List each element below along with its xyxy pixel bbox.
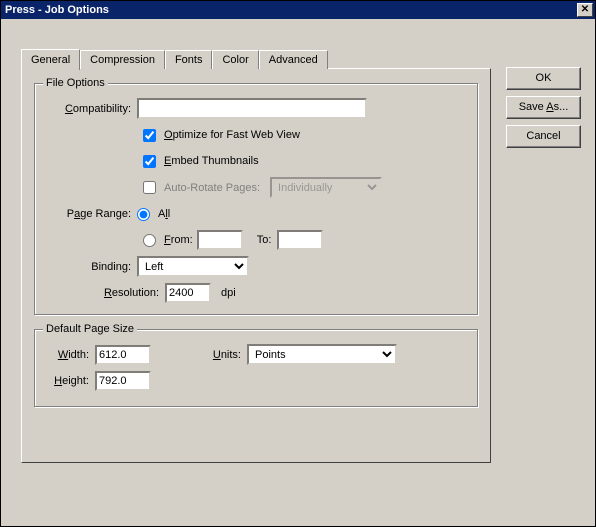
default-page-legend: Default Page Size: [43, 323, 137, 335]
tab-control: General Compression Fonts Color Advanced…: [21, 49, 491, 463]
button-column: OK Save As... Cancel: [506, 67, 581, 154]
default-page-size-group: Default Page Size Width: Units: Points H…: [34, 329, 478, 407]
height-label: Height:: [45, 375, 95, 387]
units-label: Units:: [151, 349, 247, 361]
dpi-label: dpi: [221, 287, 236, 299]
dialog-window: Press - Job Options ✕ OK Save As... Canc…: [0, 0, 596, 527]
pagerange-label: Page Range:: [45, 208, 137, 220]
all-radio[interactable]: [137, 208, 150, 221]
ok-button[interactable]: OK: [506, 67, 581, 90]
resolution-input[interactable]: [165, 283, 211, 303]
optimize-label: Optimize for Fast Web View: [164, 129, 300, 141]
to-label: To:: [257, 234, 272, 246]
client-area: OK Save As... Cancel General Compression…: [1, 19, 595, 526]
all-radio-wrap[interactable]: All: [137, 208, 170, 221]
titlebar: Press - Job Options ✕: [1, 1, 595, 19]
window-title: Press - Job Options: [5, 4, 109, 16]
all-label: All: [158, 208, 170, 220]
autorotate-checkbox[interactable]: [143, 181, 156, 194]
optimize-checkbox[interactable]: [143, 129, 156, 142]
autorotate-select: Individually: [270, 177, 382, 198]
tab-advanced[interactable]: Advanced: [259, 50, 328, 69]
width-input[interactable]: [95, 345, 151, 365]
cancel-button[interactable]: Cancel: [506, 125, 581, 148]
optimize-checkbox-wrap[interactable]: Optimize for Fast Web View: [143, 129, 300, 142]
from-label: From:: [164, 234, 193, 246]
units-select[interactable]: Points: [247, 344, 397, 365]
to-input[interactable]: [277, 230, 323, 250]
tab-general[interactable]: General: [21, 49, 80, 70]
embed-checkbox-wrap[interactable]: Embed Thumbnails: [143, 155, 259, 168]
tab-fonts[interactable]: Fonts: [165, 50, 213, 69]
height-input[interactable]: [95, 371, 151, 391]
tabstrip: General Compression Fonts Color Advanced: [21, 49, 491, 69]
autorotate-label: Auto-Rotate Pages:: [164, 182, 260, 194]
from-radio[interactable]: [143, 234, 156, 247]
file-options-legend: File Options: [43, 77, 108, 89]
binding-select[interactable]: Left: [137, 256, 249, 277]
autorotate-checkbox-wrap[interactable]: Auto-Rotate Pages:: [143, 181, 260, 194]
tab-color[interactable]: Color: [212, 50, 258, 69]
from-radio-wrap[interactable]: From:: [143, 234, 193, 247]
file-options-group: File Options Compatibility: Acrobat 4.0 …: [34, 83, 478, 315]
binding-label: Binding:: [45, 261, 137, 273]
from-input[interactable]: [197, 230, 243, 250]
embed-label: Embed Thumbnails: [164, 155, 259, 167]
compatibility-label: Compatibility:: [45, 103, 137, 115]
resolution-label: Resolution:: [45, 287, 165, 299]
tab-compression[interactable]: Compression: [80, 50, 165, 69]
saveas-button[interactable]: Save As...: [506, 96, 581, 119]
embed-checkbox[interactable]: [143, 155, 156, 168]
close-icon[interactable]: ✕: [577, 3, 593, 17]
width-label: Width:: [45, 349, 95, 361]
compatibility-select[interactable]: Acrobat 4.0 (PDF 1.3): [137, 98, 367, 119]
tab-panel-general: File Options Compatibility: Acrobat 4.0 …: [21, 68, 491, 463]
